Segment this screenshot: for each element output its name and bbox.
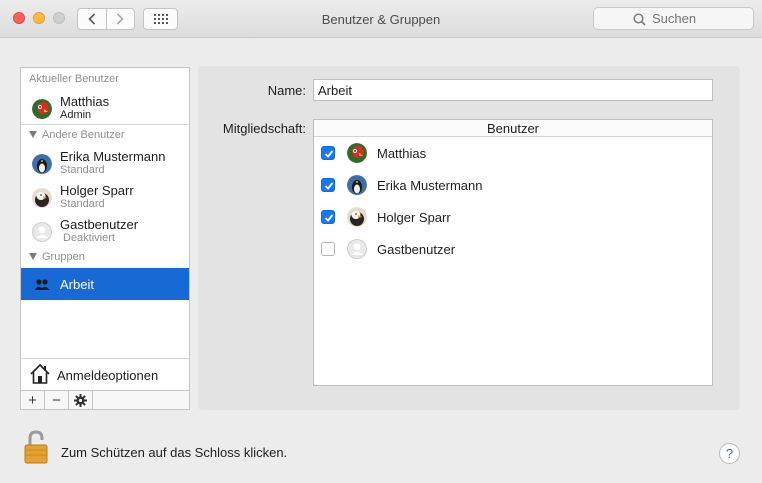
avatar	[347, 239, 367, 259]
penguin-avatar-icon	[347, 175, 367, 195]
group-name-field[interactable]	[313, 79, 713, 101]
member-row-matthias: Matthias	[314, 137, 712, 169]
member-checkbox[interactable]	[321, 242, 335, 256]
action-menu-button[interactable]	[69, 391, 93, 409]
user-role: Deaktiviert	[63, 232, 115, 244]
avatar	[32, 154, 52, 174]
avatar	[347, 175, 367, 195]
members-column-header[interactable]: Benutzer	[314, 120, 712, 137]
search-field[interactable]	[593, 7, 762, 30]
member-name: Matthias	[377, 146, 427, 161]
member-checkbox[interactable]	[321, 178, 335, 192]
user-role: Standard	[60, 164, 105, 176]
checkmark-icon	[324, 182, 334, 190]
membership-label: Mitgliedschaft:	[222, 121, 306, 136]
eagle-avatar-icon	[347, 207, 367, 227]
groups-label: Gruppen	[42, 251, 85, 263]
house-icon	[30, 363, 50, 384]
avatar	[347, 207, 367, 227]
group-name: Arbeit	[60, 277, 94, 292]
help-button[interactable]: ?	[719, 443, 740, 464]
sidebar-user-holger[interactable]: Holger Sparr Standard	[21, 183, 189, 217]
penguin-avatar-icon	[32, 154, 52, 174]
search-input[interactable]	[652, 11, 762, 26]
add-user-button[interactable]: +	[21, 391, 45, 409]
members-table: Benutzer Matthias Erika Mustermann Holge…	[313, 119, 713, 386]
user-role: Admin	[60, 109, 92, 121]
user-name: Erika Mustermann	[60, 149, 166, 164]
member-checkbox[interactable]	[321, 210, 335, 224]
login-options-label: Anmeldeoptionen	[57, 368, 159, 383]
member-row-holger: Holger Sparr	[314, 201, 712, 233]
parrot-avatar-icon	[32, 99, 52, 119]
disclosure-triangle-icon	[29, 131, 37, 138]
guest-avatar-icon	[347, 239, 367, 259]
user-name: Matthias	[60, 94, 110, 109]
lock-hint-text: Zum Schützen auf das Schloss klicken.	[61, 445, 288, 460]
other-users-label: Andere Benutzer	[42, 129, 125, 141]
sidebar-user-matthias[interactable]: Matthias Admin	[21, 94, 189, 128]
disclosure-triangle-icon	[29, 253, 37, 260]
member-name: Erika Mustermann	[377, 178, 483, 193]
checkmark-icon	[324, 150, 334, 158]
sidebar-user-guest[interactable]: Gastbenutzer Deaktiviert	[21, 217, 189, 251]
member-row-guest: Gastbenutzer	[314, 233, 712, 265]
current-user-header: Aktueller Benutzer	[29, 73, 119, 85]
checkmark-icon	[324, 214, 334, 222]
member-checkbox[interactable]	[321, 146, 335, 160]
user-name: Holger Sparr	[60, 183, 134, 198]
users-sidebar: Aktueller Benutzer Matthias Admin Andere…	[20, 67, 190, 410]
user-role: Standard	[60, 198, 105, 210]
avatar	[32, 188, 52, 208]
title-bar: Benutzer & Gruppen	[0, 0, 762, 38]
search-icon	[633, 13, 646, 26]
avatar	[32, 99, 52, 119]
lock-icon[interactable]	[23, 430, 49, 464]
gear-icon	[74, 393, 87, 407]
avatar	[347, 143, 367, 163]
sidebar-toolbar: + −	[21, 390, 189, 409]
login-options-item[interactable]: Anmeldeoptionen	[21, 358, 189, 390]
sidebar-group-arbeit[interactable]: Arbeit	[21, 268, 189, 300]
member-row-erika: Erika Mustermann	[314, 169, 712, 201]
group-icon	[34, 279, 50, 290]
member-name: Gastbenutzer	[377, 242, 456, 257]
sidebar-user-erika[interactable]: Erika Mustermann Standard	[21, 149, 189, 183]
sidebar-divider	[21, 124, 189, 125]
groups-header[interactable]: Gruppen	[29, 251, 85, 263]
other-users-header[interactable]: Andere Benutzer	[29, 129, 125, 141]
guest-avatar-icon	[32, 222, 52, 242]
user-name: Gastbenutzer	[60, 217, 139, 232]
parrot-avatar-icon	[347, 143, 367, 163]
avatar	[32, 222, 52, 242]
eagle-avatar-icon	[32, 188, 52, 208]
member-name: Holger Sparr	[377, 210, 451, 225]
name-label: Name:	[267, 83, 306, 98]
remove-user-button[interactable]: −	[45, 391, 69, 409]
